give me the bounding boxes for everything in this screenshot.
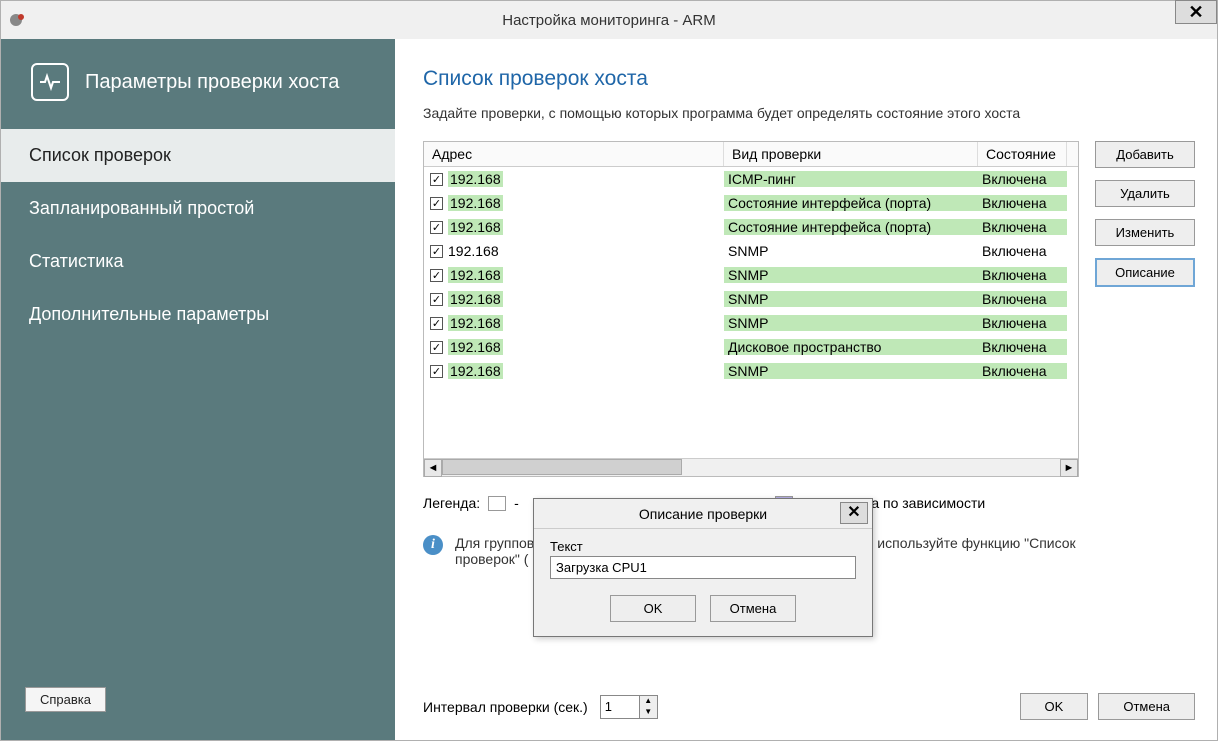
row-state: Включена <box>978 219 1067 235</box>
row-checkbox[interactable]: ✓ <box>430 341 443 354</box>
col-header-address[interactable]: Адрес <box>424 142 724 166</box>
sidebar-item-0[interactable]: Список проверок <box>1 129 395 182</box>
dialog-cancel-button[interactable]: Отмена <box>710 595 796 622</box>
spinner-up-icon[interactable]: ▲ <box>640 696 657 707</box>
table-row[interactable]: ✓ 192.168 Состояние интерфейса (порта)Вклю… <box>424 191 1078 215</box>
row-type: SNMP <box>724 267 978 283</box>
row-address: 192.168 <box>448 315 503 331</box>
dialog-titlebar[interactable]: Описание проверки ✕ <box>534 499 872 529</box>
sidebar-item-3[interactable]: Дополнительные параметры <box>1 288 395 341</box>
row-state: Включена <box>978 339 1067 355</box>
app-icon <box>9 11 27 29</box>
monitor-icon <box>31 63 69 101</box>
row-type: Состояние интерфейса (порта) <box>724 219 978 235</box>
table-row[interactable]: ✓ 192.168 SNMPВключена <box>424 287 1078 311</box>
row-state: Включена <box>978 315 1067 331</box>
sidebar-item-2[interactable]: Статистика <box>1 235 395 288</box>
description-dialog[interactable]: Описание проверки ✕ Текст OK Отмена <box>533 498 873 637</box>
row-checkbox[interactable]: ✓ <box>430 245 443 258</box>
legend-label: Легенда: <box>423 495 480 511</box>
table-row[interactable]: ✓ 192.168 Состояние интерфейса (порта)Вклю… <box>424 215 1078 239</box>
sidebar-item-1[interactable]: Запланированный простой <box>1 182 395 235</box>
main-window: Настройка мониторинга - ARM ✕ Параметры … <box>0 0 1218 741</box>
add-button[interactable]: Добавить <box>1095 141 1195 168</box>
row-address: 192.168 <box>448 219 503 235</box>
row-address: 192.168 <box>448 339 503 355</box>
row-state: Включена <box>978 267 1067 283</box>
page-description: Задайте проверки, с помощью которых прог… <box>423 105 1195 121</box>
horizontal-scrollbar[interactable]: ◄ ► <box>424 458 1078 476</box>
col-header-state[interactable]: Состояние <box>978 142 1067 166</box>
row-address: 192.168 <box>448 171 503 187</box>
row-type: SNMP <box>724 315 978 331</box>
sidebar-title: Параметры проверки хоста <box>85 71 339 94</box>
spinner-down-icon[interactable]: ▼ <box>640 707 657 718</box>
interval-input[interactable] <box>601 696 639 718</box>
delete-button[interactable]: Удалить <box>1095 180 1195 207</box>
window-title: Настройка мониторинга - ARM <box>1 12 1217 29</box>
sidebar: Параметры проверки хоста Список проверок… <box>1 39 395 740</box>
interval-spinner[interactable]: ▲ ▼ <box>600 695 658 719</box>
ok-button[interactable]: OK <box>1020 693 1089 720</box>
table-row[interactable]: ✓ 192.168 SNMPВключена <box>424 239 1078 263</box>
description-button[interactable]: Описание <box>1095 258 1195 287</box>
scroll-thumb[interactable] <box>442 459 682 475</box>
dialog-close-button[interactable]: ✕ <box>840 502 868 524</box>
cancel-button[interactable]: Отмена <box>1098 693 1195 720</box>
row-type: Дисковое пространство <box>724 339 978 355</box>
dialog-ok-button[interactable]: OK <box>610 595 696 622</box>
row-address: 192.168 <box>448 243 499 259</box>
dialog-text-input[interactable] <box>550 556 856 579</box>
info-icon: i <box>423 535 443 555</box>
row-checkbox[interactable]: ✓ <box>430 269 443 282</box>
interval-label: Интервал проверки (сек.) <box>423 699 588 715</box>
table-header: Адрес Вид проверки Состояние <box>424 142 1078 167</box>
dialog-text-label: Текст <box>550 539 856 554</box>
row-state: Включена <box>978 171 1067 187</box>
table-row[interactable]: ✓ 192.168 ICMP-пингВключена <box>424 167 1078 191</box>
titlebar[interactable]: Настройка мониторинга - ARM ✕ <box>1 1 1217 39</box>
row-checkbox[interactable]: ✓ <box>430 173 443 186</box>
col-header-type[interactable]: Вид проверки <box>724 142 978 166</box>
row-address: 192.168 <box>448 291 503 307</box>
scroll-right-icon[interactable]: ► <box>1060 459 1078 477</box>
row-address: 192.168 <box>448 267 503 283</box>
checks-table[interactable]: Адрес Вид проверки Состояние ✓ 192.168 ICM… <box>423 141 1079 477</box>
dialog-title: Описание проверки <box>639 506 767 522</box>
row-type: ICMP-пинг <box>724 171 978 187</box>
help-button[interactable]: Справка <box>25 687 106 712</box>
row-address: 192.168 <box>448 195 503 211</box>
page-title: Список проверок хоста <box>423 67 1195 91</box>
row-address: 192.168 <box>448 363 503 379</box>
table-row[interactable]: ✓ 192.168 Дисковое пространствоВключена <box>424 335 1078 359</box>
row-checkbox[interactable]: ✓ <box>430 197 443 210</box>
row-checkbox[interactable]: ✓ <box>430 365 443 378</box>
row-checkbox[interactable]: ✓ <box>430 317 443 330</box>
row-state: Включена <box>978 291 1067 307</box>
row-type: SNMP <box>724 291 978 307</box>
legend-dash: - <box>514 495 519 511</box>
table-row[interactable]: ✓ 192.168 SNMPВключена <box>424 263 1078 287</box>
edit-button[interactable]: Изменить <box>1095 219 1195 246</box>
row-state: Включена <box>978 195 1067 211</box>
window-close-button[interactable]: ✕ <box>1175 0 1217 24</box>
table-row[interactable]: ✓ 192.168 SNMPВключена <box>424 359 1078 383</box>
legend-swatch-1 <box>488 496 506 511</box>
row-type: SNMP <box>724 363 978 379</box>
row-type: Состояние интерфейса (порта) <box>724 195 978 211</box>
row-state: Включена <box>978 243 1067 259</box>
table-row[interactable]: ✓ 192.168 SNMPВключена <box>424 311 1078 335</box>
scroll-left-icon[interactable]: ◄ <box>424 459 442 477</box>
row-type: SNMP <box>724 243 978 259</box>
row-checkbox[interactable]: ✓ <box>430 221 443 234</box>
row-state: Включена <box>978 363 1067 379</box>
sidebar-header: Параметры проверки хоста <box>1 39 395 129</box>
row-checkbox[interactable]: ✓ <box>430 293 443 306</box>
